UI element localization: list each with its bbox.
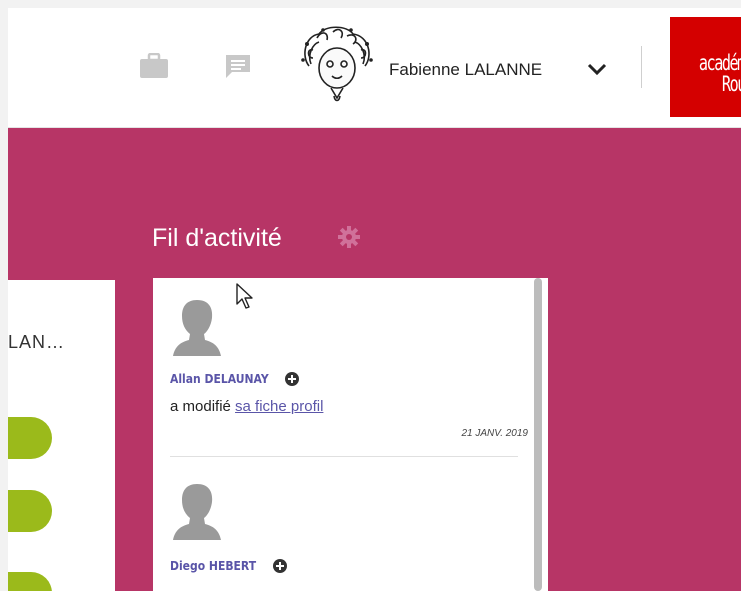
plus-circle-icon[interactable]: [285, 372, 299, 386]
entry-text: a modifié sa fiche profil: [170, 398, 323, 415]
user-silhouette-icon[interactable]: [171, 482, 223, 540]
activity-feed-panel: Allan DELAUNAY a modifié sa fiche profil…: [153, 278, 548, 591]
entry-author[interactable]: Diego HEBERT: [170, 559, 256, 573]
gear-icon[interactable]: [338, 226, 360, 248]
user-silhouette-icon[interactable]: [171, 298, 223, 356]
user-name[interactable]: Fabienne LALANNE: [389, 60, 542, 80]
academy-logo[interactable]: académi Roue: [670, 17, 741, 117]
profile-name-truncated: LAN…: [8, 332, 66, 352]
header-divider: [641, 46, 642, 88]
top-header: Fabienne LALANNE académi Roue: [8, 8, 741, 128]
window-left-edge: [0, 0, 8, 591]
green-action-button[interactable]: [8, 572, 52, 591]
profile-card: LAN…: [8, 280, 115, 591]
activity-feed-title: Fil d'activité: [152, 224, 282, 252]
profile-link[interactable]: sa fiche profil: [235, 398, 323, 415]
user-avatar[interactable]: [299, 26, 375, 106]
entry-action: a modifié: [170, 398, 236, 415]
green-action-button[interactable]: [8, 417, 52, 459]
plus-circle-icon[interactable]: [273, 559, 287, 573]
entry-author[interactable]: Allan DELAUNAY: [170, 372, 269, 386]
entry-divider: [170, 456, 518, 457]
logo-line-2: Roue: [722, 72, 741, 96]
green-action-button[interactable]: [8, 490, 52, 532]
logo-line-1: académi: [699, 51, 741, 75]
window-top-edge: [0, 0, 741, 8]
main-content: LAN… Fil d'activité Allan DELAUNAY a mod…: [8, 128, 741, 591]
briefcase-icon[interactable]: [139, 53, 169, 79]
chevron-down-icon[interactable]: [586, 61, 608, 77]
feed-scrollbar[interactable]: [534, 278, 542, 591]
chat-icon[interactable]: [223, 53, 253, 79]
entry-date: 21 JANV. 2019: [461, 428, 528, 439]
mouse-cursor-icon: [236, 283, 253, 309]
